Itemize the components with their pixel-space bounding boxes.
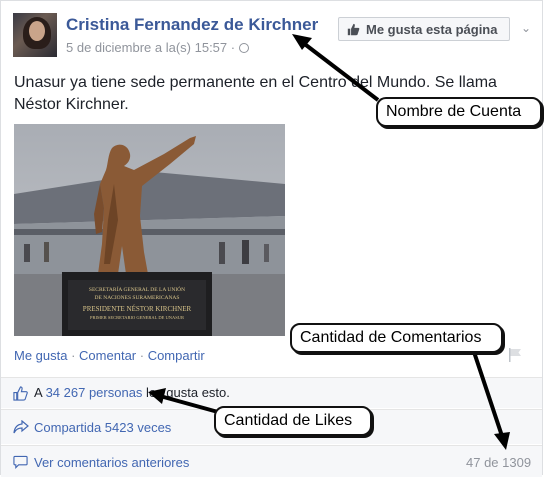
likes-count-link[interactable]: 34 267 personas [46,385,143,400]
like-page-button[interactable]: Me gusta esta página [338,17,510,41]
annotation-likes-count-text: Cantidad de Likes [224,412,353,429]
post-card: Cristina Fernandez de Kirchner 5 de dici… [0,0,543,477]
annotation-likes-count: Cantidad de Likes [214,406,372,436]
comments-count: 47 de 1309 [466,455,532,470]
statue-photo: SECRETARÍA GENERAL DE LA UNIÓN DE NACION… [14,124,285,336]
thumbs-up-icon [347,23,360,35]
annotation-comment-count-text: Cantidad de Comentarios [300,329,482,346]
author-avatar[interactable] [13,13,57,57]
avatar-face [29,21,45,41]
flag-icon[interactable] [507,347,523,363]
view-previous-comments-link[interactable]: Ver comentarios anteriores [34,455,189,470]
plaque-line-1: SECRETARÍA GENERAL DE LA UNIÓN [89,285,185,293]
post-date[interactable]: 5 de diciembre a la(s) 15:57 · [66,40,249,55]
author-name[interactable]: Cristina Fernandez de Kirchner [66,15,318,35]
likes-summary-text: A 34 267 personas les gusta esto. [34,385,230,400]
like-link[interactable]: Me gusta [14,348,67,363]
likes-prefix: A [34,385,46,400]
globe-icon [238,43,249,53]
plaque-line-3: PRESIDENTE NÉSTOR KIRCHNER [83,305,192,313]
likes-suffix: les gusta esto. [142,385,230,400]
action-separator: · [67,348,80,363]
post-photo[interactable]: SECRETARÍA GENERAL DE LA UNIÓN DE NACION… [14,124,285,336]
shares-count-link[interactable]: Compartida 5423 veces [34,420,171,435]
comment-link[interactable]: Comentar [79,348,136,363]
comments-summary-row: Ver comentarios anteriores 47 de 1309 [1,445,542,477]
likes-summary-row: A 34 267 personas les gusta esto. [1,377,542,408]
share-arrow-icon [13,420,29,434]
post-actions: Me gusta · Comentar · Compartir [14,348,205,363]
post-date-text: 5 de diciembre a la(s) 15:57 · [66,40,239,55]
chevron-down-icon[interactable]: ⌄ [517,19,535,37]
annotation-account-name-text: Nombre de Cuenta [386,103,522,120]
thumbs-up-icon [13,386,28,401]
action-separator: · [136,348,148,363]
plaque-line-2: DE NACIONES SURAMERICANAS [95,295,180,301]
comment-bubble-icon [13,455,28,469]
like-page-label: Me gusta esta página [366,21,498,37]
annotation-account-name: Nombre de Cuenta [376,97,542,127]
share-link[interactable]: Compartir [148,348,205,363]
plaque-line-4: PRIMER SECRETARIO GENERAL DE UNASUR [90,315,184,320]
annotation-comment-count: Cantidad de Comentarios [290,323,503,353]
